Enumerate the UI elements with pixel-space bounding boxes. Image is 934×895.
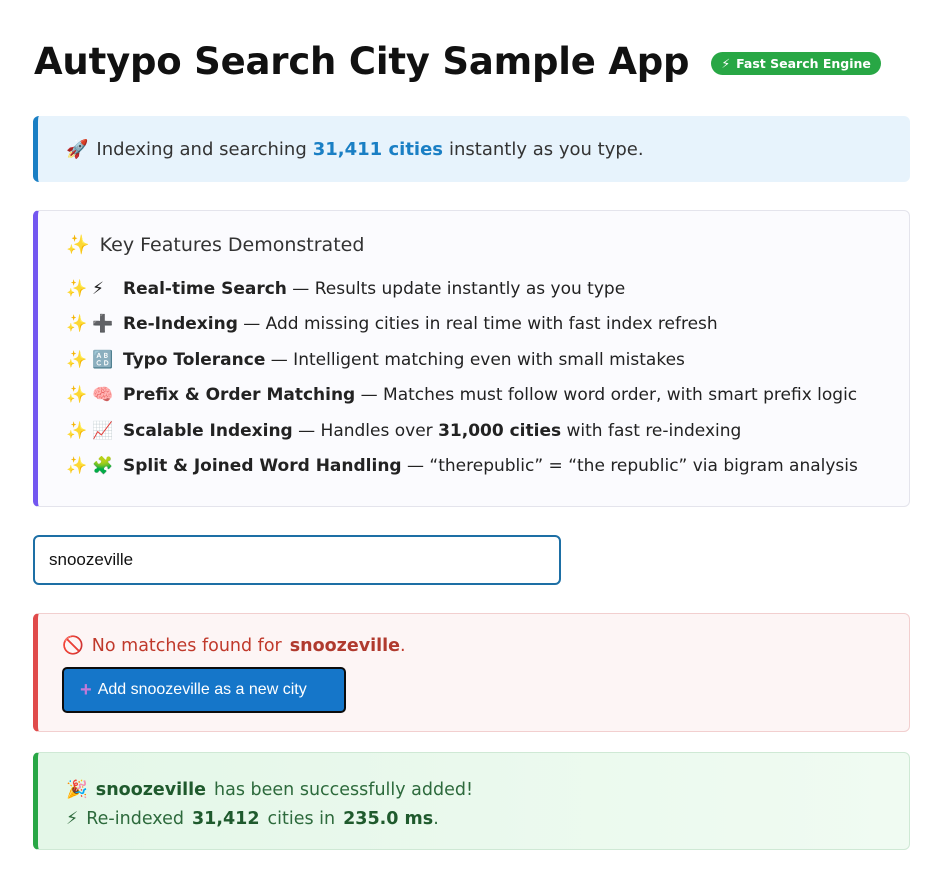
feature-item: ✨ 🔠 Typo Tolerance — Intelligent matchin…: [66, 342, 909, 378]
search-term: snoozeville: [289, 636, 400, 656]
lightning-icon: ⚡: [92, 278, 104, 299]
engine-badge: ⚡ Fast Search Engine: [711, 52, 881, 75]
feature-desc: — Intelligent matching even with small m…: [265, 349, 685, 370]
added-city: snoozeville: [95, 779, 207, 800]
rocket-icon: 🚀: [66, 138, 89, 160]
info-prefix: Indexing and searching: [96, 138, 307, 160]
puzzle-icon: 🧩: [92, 456, 114, 477]
sparkles-icon: ✨: [66, 385, 88, 406]
header: Autypo Search City Sample App ⚡ Fast Sea…: [34, 40, 881, 83]
chart-up-icon: 📈: [92, 420, 114, 441]
feature-item: ✨ 🧩 Split & Joined Word Handling — “ther…: [66, 449, 909, 485]
feature-desc: — Add missing cities in real time with f…: [237, 314, 718, 335]
party-popper-icon: 🎉: [66, 779, 88, 800]
reindex-suffix: .: [433, 808, 439, 829]
sparkles-icon: ✨: [66, 420, 88, 441]
city-search-input[interactable]: [33, 535, 561, 585]
feature-name: Real-time Search: [123, 278, 287, 299]
feature-desc: — Handles over: [292, 420, 439, 441]
city-count: 31,411 cities: [312, 138, 444, 160]
feature-item: ✨ 📈 Scalable Indexing — Handles over 31,…: [66, 413, 909, 449]
success-suffix: has been successfully added!: [214, 779, 474, 800]
page-title: Autypo Search City Sample App: [34, 40, 690, 83]
lightning-icon: ⚡: [721, 56, 731, 71]
sparkles-icon: ✨: [66, 314, 88, 335]
info-banner: 🚀 Indexing and searching 31,411 cities i…: [33, 116, 910, 182]
prohibited-icon: 🚫: [62, 636, 84, 656]
no-match-suffix: .: [399, 636, 406, 656]
page: Autypo Search City Sample App ⚡ Fast Sea…: [0, 0, 934, 895]
feature-name: Prefix & Order Matching: [123, 385, 356, 406]
sparkles-icon: ✨: [66, 349, 88, 370]
add-city-button-label: Add snoozeville as a new city: [97, 681, 307, 698]
brain-icon: 🧠: [92, 385, 114, 406]
sparkles-icon: ✨: [66, 234, 90, 256]
success-message: 🎉 snoozeville has been successfully adde…: [66, 775, 909, 804]
reindex-count: 31,412: [191, 808, 260, 829]
feature-name: Split & Joined Word Handling: [123, 456, 402, 477]
reindex-message: ⚡ Re-indexed 31,412 cities in 235.0 ms.: [66, 804, 909, 833]
add-city-button[interactable]: + Add snoozeville as a new city: [62, 667, 346, 713]
badge-label: Fast Search Engine: [736, 56, 871, 71]
feature-desc: — Results update instantly as you type: [286, 278, 626, 299]
feature-item: ✨ ⚡ Real-time Search — Results update in…: [66, 271, 909, 307]
feature-item: ✨ 🧠 Prefix & Order Matching — Matches mu…: [66, 378, 909, 414]
features-heading: ✨ Key Features Demonstrated: [66, 233, 909, 257]
no-match-message: 🚫 No matches found for snoozeville.: [62, 636, 909, 656]
plus-icon: ➕: [92, 314, 114, 335]
features-title: Key Features Demonstrated: [99, 233, 365, 256]
feature-desc-after: with fast re-indexing: [561, 420, 742, 441]
no-match-prefix: No matches found for: [91, 636, 282, 656]
feature-emphasis: 31,000 cities: [438, 420, 562, 441]
reindex-mid: cities in: [267, 808, 336, 829]
reindex-time: 235.0 ms: [343, 808, 434, 829]
features-panel: ✨ Key Features Demonstrated ✨ ⚡ Real-tim…: [33, 210, 910, 507]
feature-desc: — Matches must follow word order, with s…: [355, 385, 858, 406]
feature-name: Scalable Indexing: [123, 420, 293, 441]
sparkles-icon: ✨: [66, 456, 88, 477]
feature-name: Re-Indexing: [123, 314, 238, 335]
info-suffix: instantly as you type.: [449, 138, 644, 160]
lightning-icon: ⚡: [66, 808, 79, 829]
success-alert: 🎉 snoozeville has been successfully adde…: [33, 752, 910, 850]
feature-item: ✨ ➕ Re-Indexing — Add missing cities in …: [66, 307, 909, 343]
feature-desc: — “therepublic” = “the republic” via big…: [401, 456, 858, 477]
plus-icon: +: [80, 678, 92, 701]
no-match-alert: 🚫 No matches found for snoozeville. + Ad…: [33, 613, 910, 732]
sparkles-icon: ✨: [66, 278, 88, 299]
feature-name: Typo Tolerance: [123, 349, 266, 370]
abcd-icon: 🔠: [92, 349, 114, 370]
reindex-prefix: Re-indexed: [86, 808, 184, 829]
